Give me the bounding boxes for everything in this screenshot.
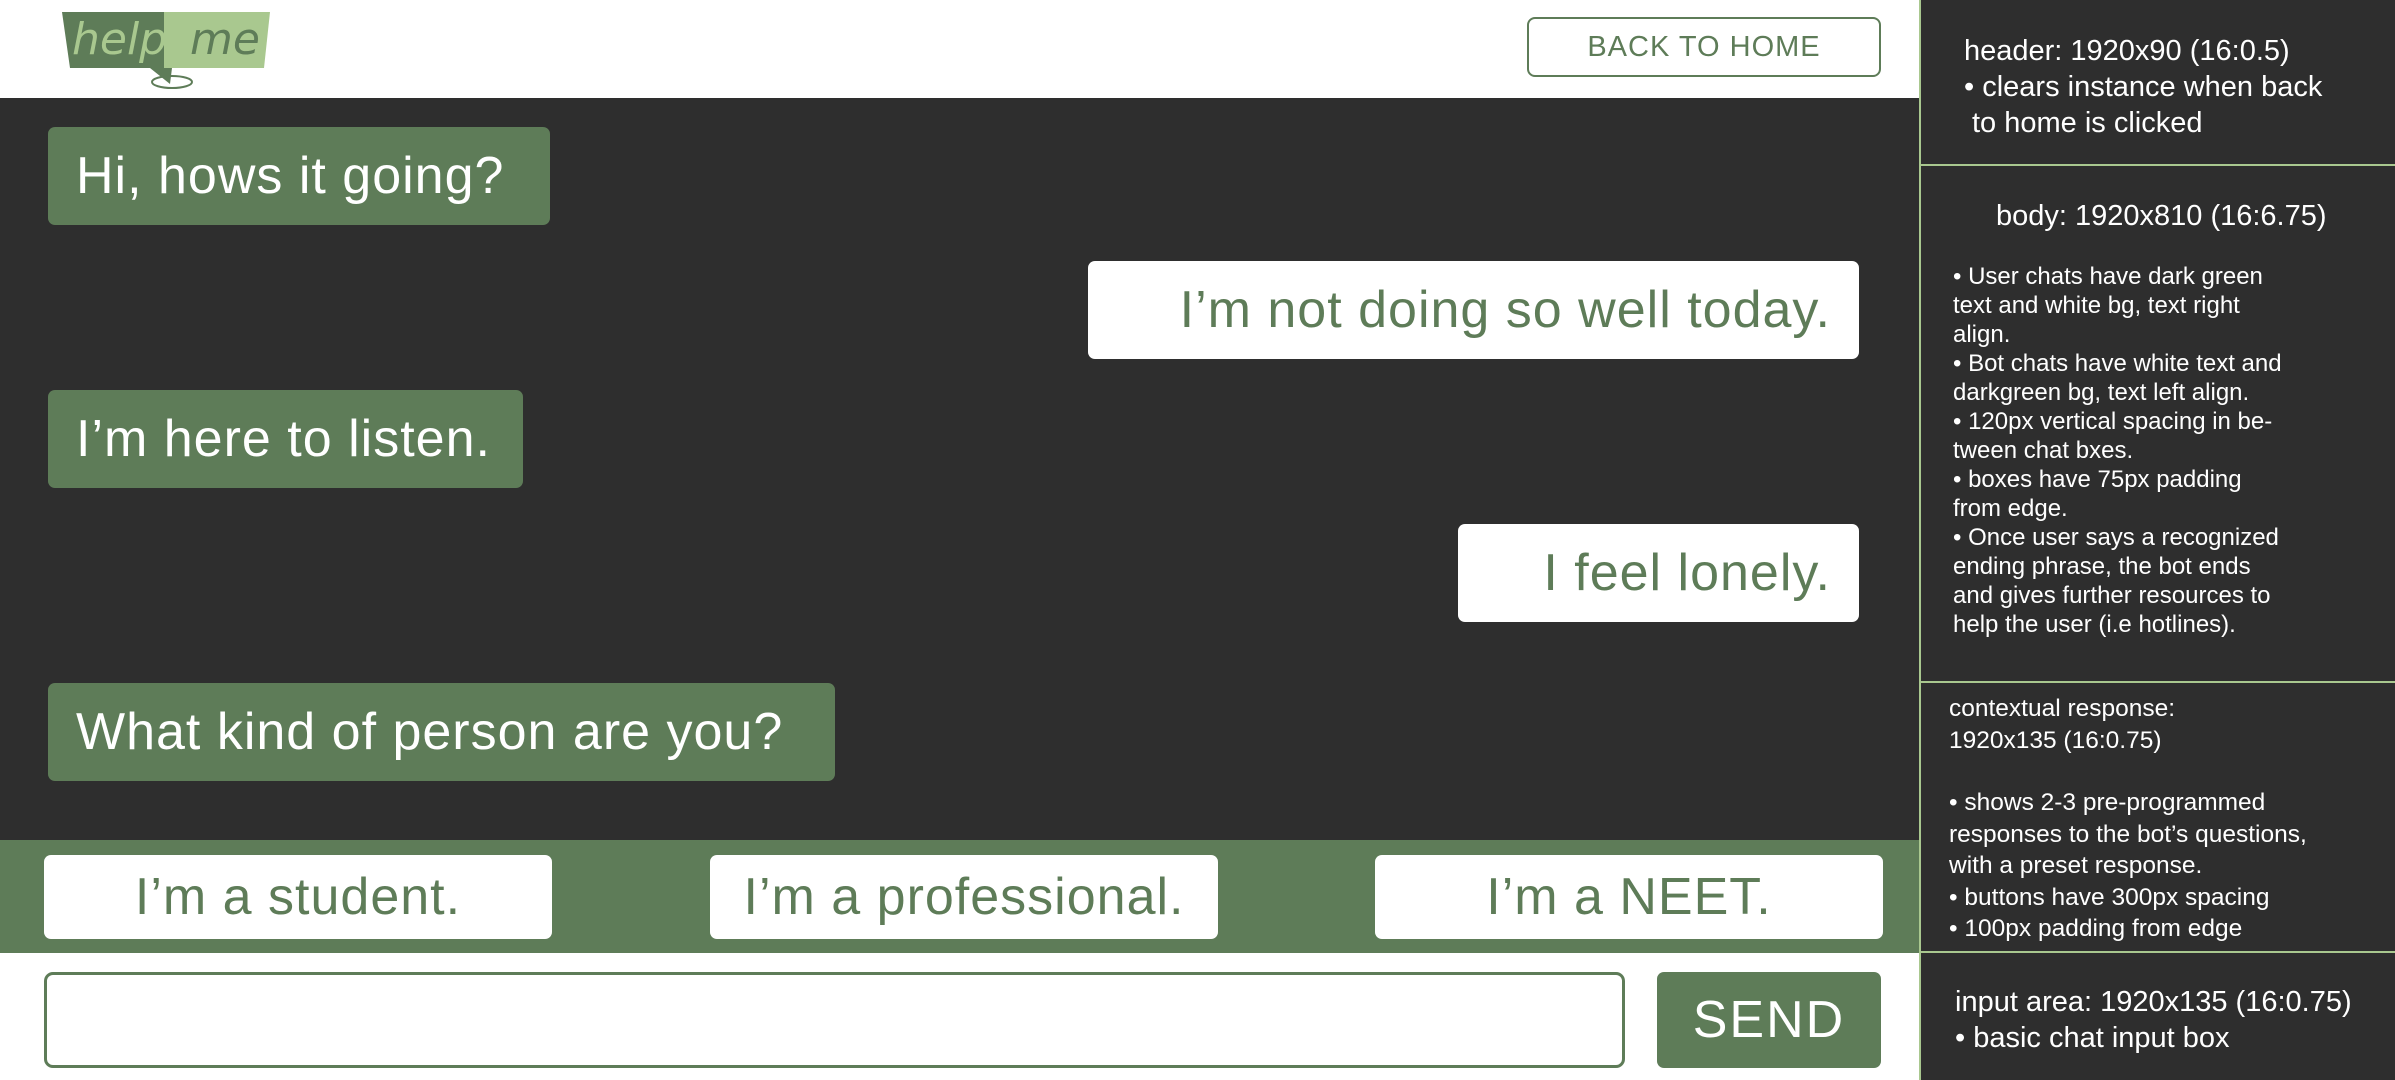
chat-input[interactable] <box>44 972 1625 1068</box>
chat-body: Hi, hows it going? I’m not doing so well… <box>0 98 1919 840</box>
annotation-line: with a preset response. <box>1949 852 2203 879</box>
response-button-neet[interactable]: I’m a NEET. <box>1375 855 1883 939</box>
annotation-line: • 100px padding from edge <box>1949 915 2243 942</box>
annotation-line: • Bot chats have white text and <box>1953 350 2282 377</box>
annotation-title: contextual response: <box>1949 695 2176 722</box>
bot-message: Hi, hows it going? <box>48 127 550 225</box>
send-button[interactable]: SEND <box>1657 972 1881 1068</box>
annotation-title: header: 1920x90 (16:0.5) <box>1964 35 2290 67</box>
response-button-student[interactable]: I’m a student. <box>44 855 552 939</box>
annotation-panel: header: 1920x90 (16:0.5) • clears instan… <box>1919 0 2395 1080</box>
annotation-line: and gives further resources to <box>1953 582 2271 609</box>
annotation-line: • buttons have 300px spacing <box>1949 883 2270 911</box>
input-area: SEND <box>0 953 1919 1080</box>
annotation-title: 1920x135 (16:0.75) <box>1949 726 2162 754</box>
annotation-line: align. <box>1953 321 2011 348</box>
annotation-line: text and white bg, text right <box>1953 292 2240 319</box>
logo-me-text: me <box>190 14 260 65</box>
user-message: I feel lonely. <box>1458 524 1859 622</box>
annotation-line: darkgreen bg, text left align. <box>1953 379 2250 406</box>
helpme-logo[interactable]: help me <box>58 10 272 90</box>
contextual-responses: I’m a student. I’m a professional. I’m a… <box>0 840 1919 953</box>
annotation-line: • 120px vertical spacing in be- <box>1953 408 2273 435</box>
annotation-title: body: 1920x810 (16:6.75) <box>1996 200 2327 232</box>
annotation-line: responses to the bot’s questions, <box>1949 820 2307 848</box>
annotation-line: • clears instance when back <box>1964 71 2323 103</box>
annotation-title: input area: 1920x135 (16:0.75) <box>1955 986 2352 1018</box>
annotation-line: • boxes have 75px padding <box>1953 466 2242 493</box>
annotation-line: • User chats have dark green <box>1953 263 2263 290</box>
contextual-annotation: contextual response: 1920x135 (16:0.75) … <box>1919 683 2395 953</box>
annotation-line: tween chat bxes. <box>1953 437 2134 464</box>
logo-help-text: help <box>72 14 167 65</box>
annotation-line: help the user (i.e hotlines). <box>1953 611 2236 638</box>
header: help me BACK TO HOME <box>0 0 1919 98</box>
response-button-professional[interactable]: I’m a professional. <box>710 855 1218 939</box>
body-annotation: body: 1920x810 (16:6.75) • User chats ha… <box>1919 166 2395 683</box>
bot-message: I’m here to listen. <box>48 390 523 488</box>
annotation-line: • shows 2-3 pre-programmed <box>1949 789 2266 816</box>
annotation-line: • basic chat input box <box>1955 1022 2230 1054</box>
chat-app: help me BACK TO HOME Hi, hows it going? … <box>0 0 1919 1080</box>
back-to-home-button[interactable]: BACK TO HOME <box>1527 17 1881 77</box>
header-annotation: header: 1920x90 (16:0.5) • clears instan… <box>1919 0 2395 166</box>
logo-swirl <box>151 75 193 89</box>
input-area-annotation: input area: 1920x135 (16:0.75) • basic c… <box>1919 953 2395 1080</box>
annotation-line: • Once user says a recognized <box>1953 524 2279 551</box>
bot-message: What kind of person are you? <box>48 683 835 781</box>
annotation-line: to home is clicked <box>1972 107 2203 139</box>
annotation-line: from edge. <box>1953 495 2068 522</box>
user-message: I’m not doing so well today. <box>1088 261 1859 359</box>
annotation-line: ending phrase, the bot ends <box>1953 553 2251 580</box>
